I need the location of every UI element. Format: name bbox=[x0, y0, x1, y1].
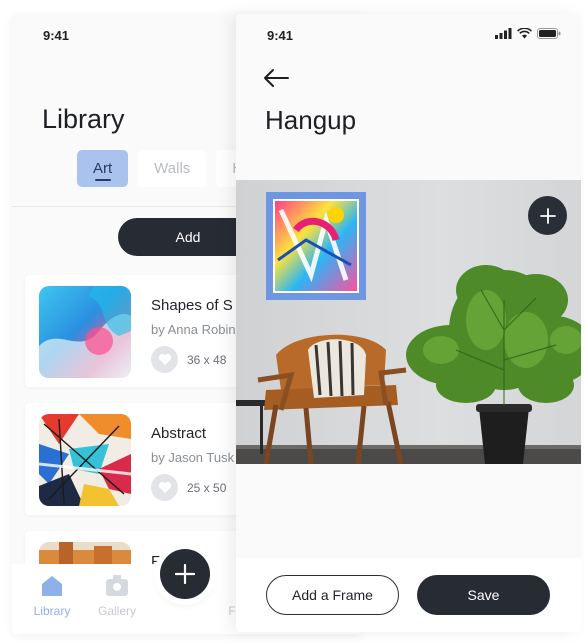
card-author: by Jason Tusk bbox=[151, 450, 235, 465]
heart-icon[interactable] bbox=[151, 346, 178, 373]
heart-icon[interactable] bbox=[151, 474, 178, 501]
plus-icon bbox=[539, 207, 556, 224]
card-title: Shapes of S bbox=[151, 297, 233, 314]
page-title: Hangup bbox=[265, 105, 357, 135]
arrow-left-icon[interactable] bbox=[262, 64, 292, 92]
card-size: 25 x 50 bbox=[187, 481, 227, 495]
status-time: 9:41 bbox=[267, 28, 294, 43]
wifi-icon bbox=[517, 28, 532, 39]
status-time: 9:41 bbox=[43, 28, 70, 43]
hangup-screen: 9:41 Hangup Add a Frame Save bbox=[236, 14, 581, 632]
tab-label: Gallery bbox=[97, 604, 136, 618]
page-title: Library bbox=[42, 104, 125, 134]
save-button[interactable]: Save bbox=[417, 575, 550, 615]
artwork-thumbnail bbox=[39, 414, 131, 506]
tab-library[interactable]: Library bbox=[22, 574, 82, 618]
tab-walls[interactable]: Walls bbox=[138, 150, 207, 187]
home-icon bbox=[42, 576, 62, 596]
card-title: Abstract bbox=[151, 425, 207, 442]
add-art-button[interactable] bbox=[528, 196, 567, 235]
gallery-icon bbox=[106, 575, 128, 596]
add-frame-button[interactable]: Add a Frame bbox=[266, 575, 399, 615]
add-fab-button[interactable] bbox=[160, 549, 210, 599]
status-icons bbox=[495, 28, 561, 39]
category-tabs: Art Walls H bbox=[77, 150, 260, 187]
plus-icon bbox=[175, 564, 195, 584]
card-size: 36 x 48 bbox=[187, 353, 227, 367]
artwork-thumbnail bbox=[39, 286, 131, 378]
battery-icon bbox=[537, 28, 561, 39]
action-bar: Add a Frame Save bbox=[236, 558, 581, 632]
tab-gallery[interactable]: Gallery bbox=[87, 574, 147, 618]
tab-label: Library bbox=[33, 604, 71, 618]
card-author: by Anna Robin bbox=[151, 322, 236, 337]
tab-art[interactable]: Art bbox=[77, 150, 129, 187]
signal-icon bbox=[495, 28, 512, 39]
tab-label: F bbox=[228, 604, 236, 618]
